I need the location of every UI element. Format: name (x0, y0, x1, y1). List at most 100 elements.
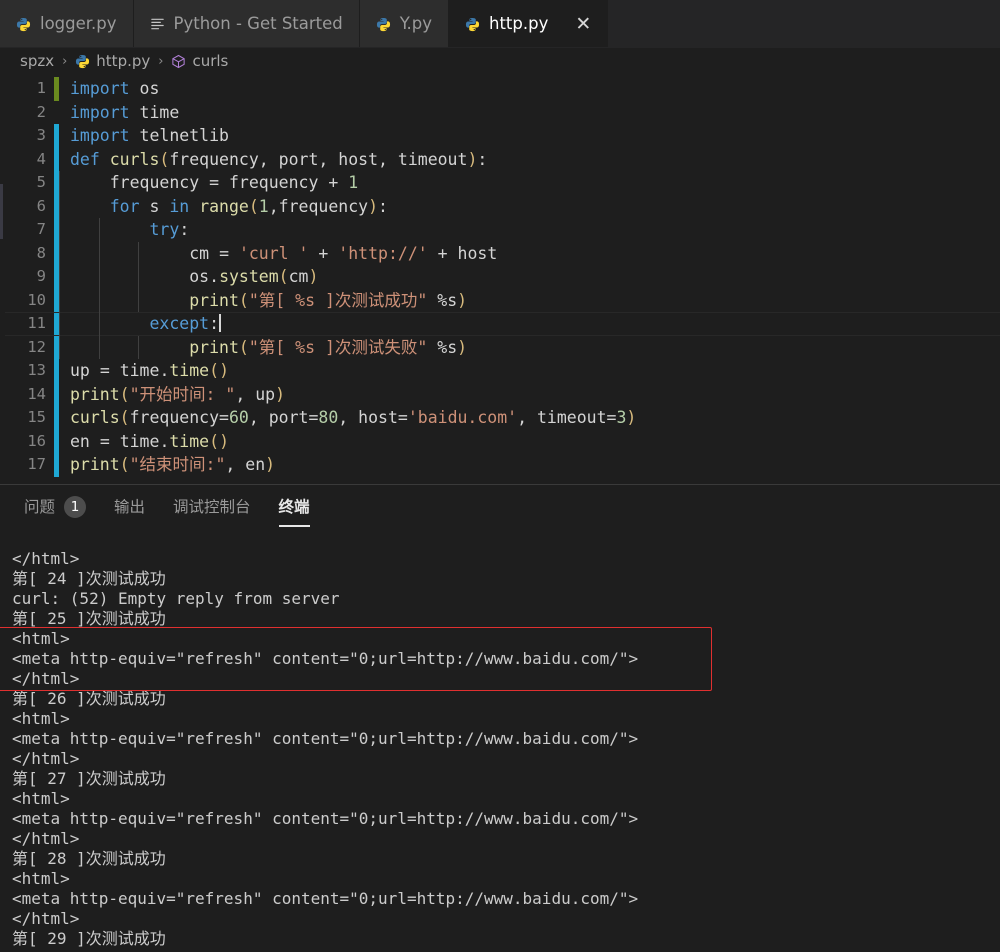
terminal-line: <meta http-equiv="refresh" content="0;ur… (12, 809, 639, 828)
bottom-panel: 问题 1 输出 调试控制台 终端 </html> 第[ 24 ]次测试成功 curl: (5… (0, 485, 1000, 952)
breadcrumb-label: curls (192, 52, 229, 70)
panel-tab-problems[interactable]: 问题 1 (24, 485, 87, 533)
terminal-line: <meta http-equiv="refresh" content="0;ur… (12, 729, 639, 748)
terminal-line: </html> (12, 549, 80, 568)
line-number: 3 (36, 126, 46, 144)
editor-tab-python-get-started[interactable]: Python - Get Started (133, 0, 360, 48)
code-line[interactable]: 14 print("开始时间: ", up) (0, 382, 1000, 406)
close-icon[interactable]: ✕ (575, 14, 591, 34)
breadcrumb-label: spzx (20, 52, 55, 70)
line-number: 4 (36, 149, 46, 168)
code-line[interactable]: 15 curls(frequency=60, port=80, host='bai… (0, 406, 1000, 430)
breadcrumb-item-http-py[interactable]: http.py (75, 52, 150, 70)
line-number: 13 (27, 361, 46, 379)
code-text: import time (59, 101, 1000, 125)
breadcrumb-separator-icon: › (158, 53, 164, 69)
line-number: 5 (36, 173, 46, 191)
code-text: cm = 'curl ' + 'http://' + host (59, 241, 1000, 265)
code-line[interactable]: 16 en = time.time() (0, 429, 1000, 453)
terminal-line: <html> (12, 789, 70, 808)
terminal-line: 第[ 25 ]次测试成功 (12, 609, 166, 628)
code-line[interactable]: 10 print("第[ %s ]次测试成功" %s) (0, 288, 1000, 312)
line-number: 14 (27, 384, 46, 403)
code-line[interactable]: 5 frequency = frequency + 1 (0, 171, 1000, 195)
code-line[interactable]: 12 print("第[ %s ]次测试失败" %s) (0, 335, 1000, 359)
code-line[interactable]: 6 for s in range(1,frequency): (0, 194, 1000, 218)
indent-guide (138, 265, 140, 289)
code-text: os.system(cm) (59, 265, 1000, 289)
indent-guide (98, 288, 100, 312)
code-editor[interactable]: 1 import os 2 import time 3 import telnetlib 4… (0, 74, 1000, 484)
python-icon (75, 54, 90, 69)
code-line[interactable]: 13 up = time.time() (0, 359, 1000, 383)
code-content: os.system(cm) (189, 267, 319, 286)
panel-tab-label: 问题 (24, 497, 56, 516)
code-content: curls(frequency=60, port=80, host='baidu… (70, 408, 637, 427)
panel-tab-output[interactable]: 输出 (114, 485, 145, 533)
breadcrumb-item-curls[interactable]: curls (171, 52, 228, 70)
breadcrumb-item-spzx[interactable]: spzx (20, 52, 54, 70)
code-line[interactable]: 7 try: (0, 218, 1000, 242)
code-content: try: (149, 220, 190, 239)
python-icon (465, 17, 480, 32)
indent-guide (59, 241, 60, 265)
panel-tab-terminal[interactable]: 终端 (278, 485, 310, 533)
indent-guide (59, 335, 60, 359)
code-text: import telnetlib (59, 124, 1000, 148)
code-line[interactable]: 17 print("结束时间:", en) (0, 453, 1000, 477)
terminal-line: 第[ 27 ]次测试成功 (12, 769, 166, 788)
code-content: en = time.time() (70, 431, 229, 451)
code-text: try: (59, 218, 1000, 242)
editor-tab-label: Python - Get Started (173, 13, 343, 33)
terminal-line: <meta http-equiv="refresh" content="0;ur… (12, 649, 639, 668)
code-content: up = time.time() (70, 361, 229, 380)
code-content: except: (149, 314, 220, 333)
code-line[interactable]: 3 import telnetlib (0, 124, 1000, 148)
terminal-output[interactable]: </html> 第[ 24 ]次测试成功 curl: (52) Empty repl… (0, 531, 1000, 952)
editor-tab-http-py[interactable]: http.py ✕ (448, 0, 609, 48)
code-text: frequency = frequency + 1 (59, 171, 1000, 195)
editor-tab-y-py[interactable]: Y.py (359, 0, 449, 48)
indent-guide (59, 194, 60, 218)
code-line[interactable]: 9 os.system(cm) (0, 265, 1000, 289)
terminal-line: 第[ 26 ]次测试成功 (12, 689, 166, 708)
editor-tab-label: logger.py (40, 13, 117, 33)
indent-guide (138, 335, 140, 359)
code-content: frequency = frequency + 1 (109, 173, 359, 192)
indent-guide (138, 288, 140, 312)
line-number: 2 (36, 102, 46, 121)
code-content: print("第[ %s ]次测试成功" %s) (189, 290, 468, 310)
editor-tab-logger-py[interactable]: logger.py (0, 0, 134, 48)
breadcrumb-label: http.py (96, 52, 151, 70)
code-line[interactable]: 11 except: (0, 312, 1000, 336)
code-text: print("第[ %s ]次测试成功" %s) (59, 288, 1000, 312)
code-text: print("结束时间:", en) (59, 453, 1000, 477)
terminal-line: <meta http-equiv="refresh" content="0;ur… (12, 889, 639, 908)
code-content: print("结束时间:", en) (70, 455, 276, 474)
terminal-line: <html> (12, 869, 70, 888)
line-number: 9 (36, 267, 46, 285)
indent-guide (59, 312, 60, 336)
line-number: 1 (36, 79, 46, 97)
line-number: 11 (27, 314, 46, 332)
code-content: import time (70, 102, 180, 122)
line-number: 12 (27, 337, 46, 356)
panel-tab-bar: 问题 1 输出 调试控制台 终端 (0, 485, 1000, 531)
code-line[interactable]: 2 import time (0, 101, 1000, 125)
code-text: up = time.time() (59, 359, 1000, 383)
code-text: except: (59, 312, 1000, 336)
vscode-window: logger.py Python - Get Started Y.py http.py… (0, 0, 1000, 952)
panel-tab-debug-console[interactable]: 调试控制台 (173, 485, 251, 533)
code-line[interactable]: 4 def curls(frequency, port, host, timeou… (0, 147, 1000, 171)
editor-left-decoration (0, 74, 5, 484)
code-text: curls(frequency=60, port=80, host='baidu… (59, 406, 1000, 430)
tab-bar-empty-area (608, 0, 1000, 48)
panel-tab-label: 终端 (278, 497, 310, 516)
indent-guide (98, 335, 100, 359)
indent-guide (59, 288, 60, 312)
code-line[interactable]: 1 import os (0, 77, 1000, 101)
python-icon (16, 17, 31, 32)
code-content: print("开始时间: ", up) (70, 384, 286, 404)
line-number: 6 (36, 196, 46, 215)
code-line[interactable]: 8 cm = 'curl ' + 'http://' + host (0, 241, 1000, 265)
